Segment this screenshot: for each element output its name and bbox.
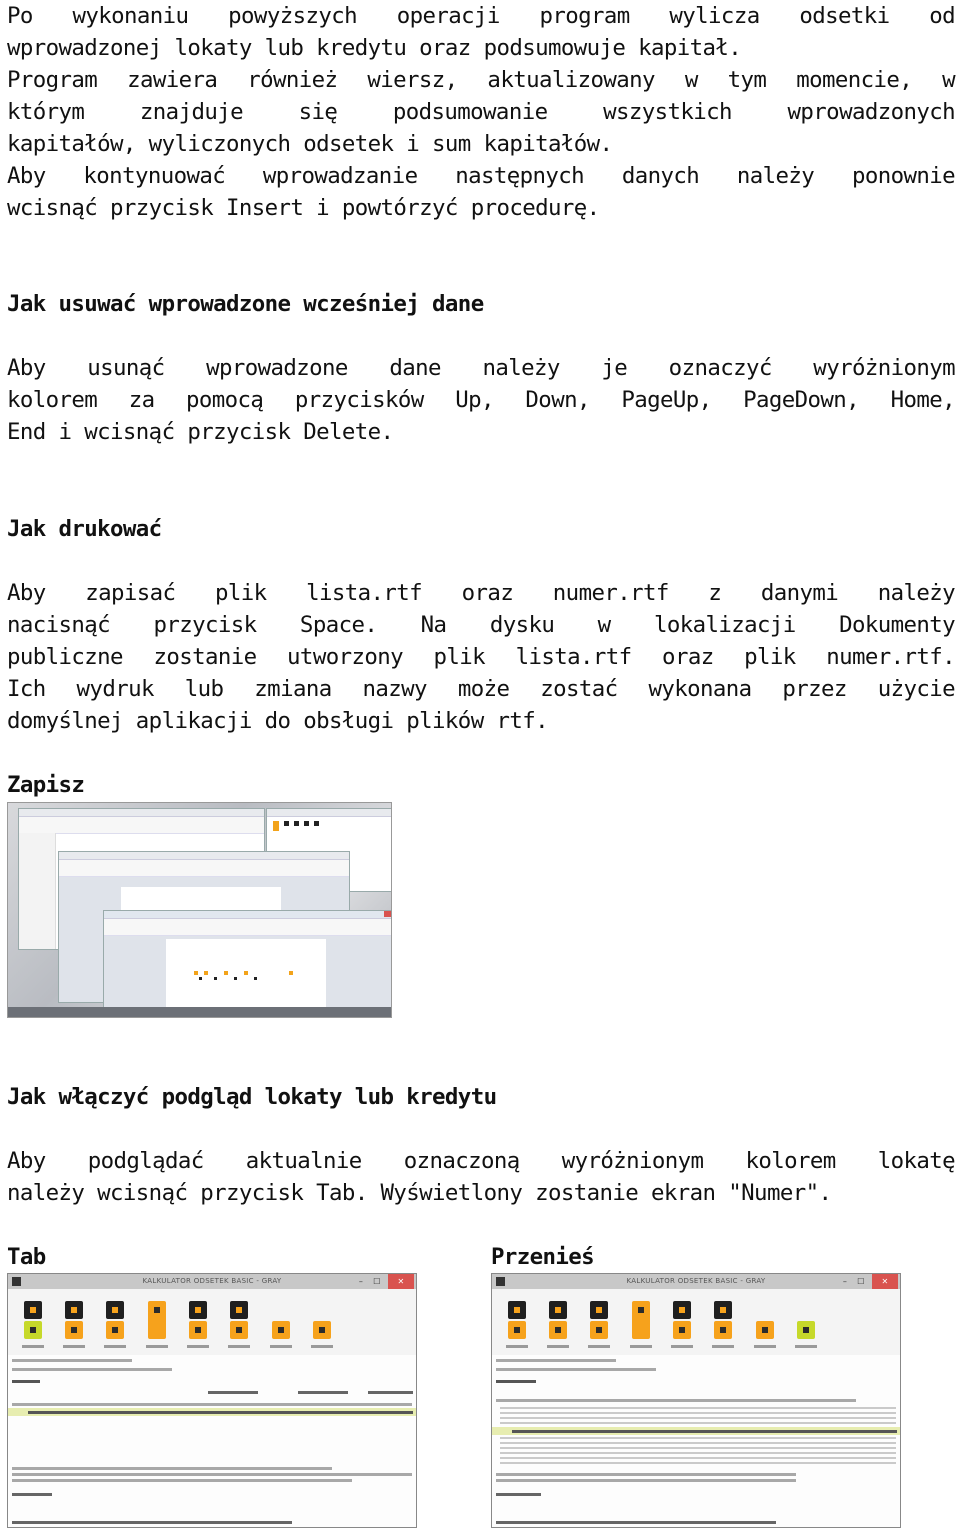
minimize-icon: – — [358, 1277, 364, 1286]
figure-label-przenies: Przenieś — [491, 1244, 595, 1270]
toolbar-icon — [148, 1301, 166, 1339]
toolbar-icon — [65, 1321, 83, 1339]
text-line: End i wcisnąć przycisk Delete. — [7, 419, 394, 445]
text-line: wcisnąć przycisk Insert i powtórzyć proc… — [7, 195, 600, 221]
app-toolbar — [8, 1289, 416, 1355]
minimize-icon: – — [842, 1277, 848, 1286]
text-line: Aby usunąć wprowadzone dane należy je oz… — [7, 355, 956, 381]
toolbar-icon — [632, 1301, 650, 1339]
text-line: Aby kontynuować wprowadzanie następnych … — [7, 163, 956, 189]
tab-screenshot: KALKULATOR ODSETEK BASIC - GRAY – ☐ ✕ — [7, 1273, 417, 1528]
section-heading-preview: Jak włączyć podgląd lokaty lub kredytu — [7, 1084, 497, 1110]
toolbar-icon — [106, 1321, 124, 1339]
toolbar-icon — [549, 1321, 567, 1339]
toolbar-icon — [756, 1321, 774, 1339]
section-heading-print: Jak drukować — [7, 516, 162, 542]
preview-paragraph: Aby podglądać aktualnie oznaczoną wyróżn… — [7, 1145, 956, 1209]
app-content — [8, 1355, 416, 1527]
text-line: publiczne zostanie utworzony plik lista.… — [7, 644, 956, 670]
toolbar-icon — [508, 1301, 526, 1319]
window-title: KALKULATOR ODSETEK BASIC - GRAY — [626, 1277, 766, 1285]
app-toolbar — [492, 1289, 900, 1355]
wordpad-window-front — [103, 910, 391, 1017]
app-content — [492, 1355, 900, 1527]
toolbar-icon — [24, 1301, 42, 1319]
close-icon: ✕ — [872, 1274, 898, 1289]
text-line: nacisnąć przycisk Space. Na dysku w loka… — [7, 612, 956, 638]
text-line: kapitałów, wyliczonych odsetek i sum kap… — [7, 131, 613, 157]
text-line: wprowadzonej lokaty lub kredytu oraz pod… — [7, 35, 742, 61]
toolbar-icon — [549, 1301, 567, 1319]
toolbar-icon — [230, 1321, 248, 1339]
intro-paragraph: Po wykonaniu powyższych operacji program… — [7, 0, 956, 224]
toolbar-icon — [106, 1301, 124, 1319]
taskbar — [8, 1007, 391, 1017]
text-line: Ich wydruk lub zmiana nazwy może zostać … — [7, 676, 956, 702]
close-icon: ✕ — [388, 1274, 414, 1289]
text-line: Po wykonaniu powyższych operacji program… — [7, 3, 956, 29]
window-title: KALKULATOR ODSETEK BASIC - GRAY — [142, 1277, 282, 1285]
text-line: Aby zapisać plik lista.rtf oraz numer.rt… — [7, 580, 956, 606]
zapisz-screenshot — [7, 802, 392, 1018]
window-titlebar: KALKULATOR ODSETEK BASIC - GRAY – ☐ ✕ — [492, 1274, 900, 1289]
toolbar-icon — [797, 1321, 815, 1339]
print-paragraph: Aby zapisać plik lista.rtf oraz numer.rt… — [7, 577, 956, 737]
toolbar-icon — [24, 1321, 42, 1339]
window-titlebar: KALKULATOR ODSETEK BASIC - GRAY – ☐ ✕ — [8, 1274, 416, 1289]
delete-paragraph: Aby usunąć wprowadzone dane należy je oz… — [7, 352, 956, 448]
toolbar-icon — [272, 1321, 290, 1339]
toolbar-icon — [230, 1301, 248, 1319]
toolbar-icon — [673, 1301, 691, 1319]
toolbar-icon — [714, 1321, 732, 1339]
text-line: Program zawiera również wiersz, aktualiz… — [7, 67, 956, 93]
przenies-screenshot: KALKULATOR ODSETEK BASIC - GRAY – ☐ ✕ — [491, 1273, 901, 1528]
toolbar-icon — [590, 1301, 608, 1319]
figure-label-zapisz: Zapisz — [7, 772, 85, 798]
text-line: Aby podglądać aktualnie oznaczoną wyróżn… — [7, 1148, 956, 1174]
toolbar-icon — [189, 1301, 207, 1319]
toolbar-icon — [189, 1321, 207, 1339]
text-line: domyślnej aplikacji do obsługi plików rt… — [7, 708, 549, 734]
text-line: należy wcisnąć przycisk Tab. Wyświetlony… — [7, 1180, 832, 1206]
toolbar-icon — [65, 1301, 83, 1319]
app-icon — [12, 1277, 21, 1286]
maximize-icon: ☐ — [857, 1277, 865, 1286]
toolbar-icon — [590, 1321, 608, 1339]
app-icon — [496, 1277, 505, 1286]
section-heading-delete: Jak usuwać wprowadzone wcześniej dane — [7, 291, 484, 317]
toolbar-icon — [673, 1321, 691, 1339]
maximize-icon: ☐ — [373, 1277, 381, 1286]
toolbar-icon — [313, 1321, 331, 1339]
text-line: którym znajduje się podsumowanie wszystk… — [7, 99, 956, 125]
toolbar-icon — [714, 1301, 732, 1319]
figure-label-tab: Tab — [7, 1244, 46, 1270]
text-line: kolorem za pomocą przycisków Up, Down, P… — [7, 387, 956, 413]
toolbar-icon — [508, 1321, 526, 1339]
